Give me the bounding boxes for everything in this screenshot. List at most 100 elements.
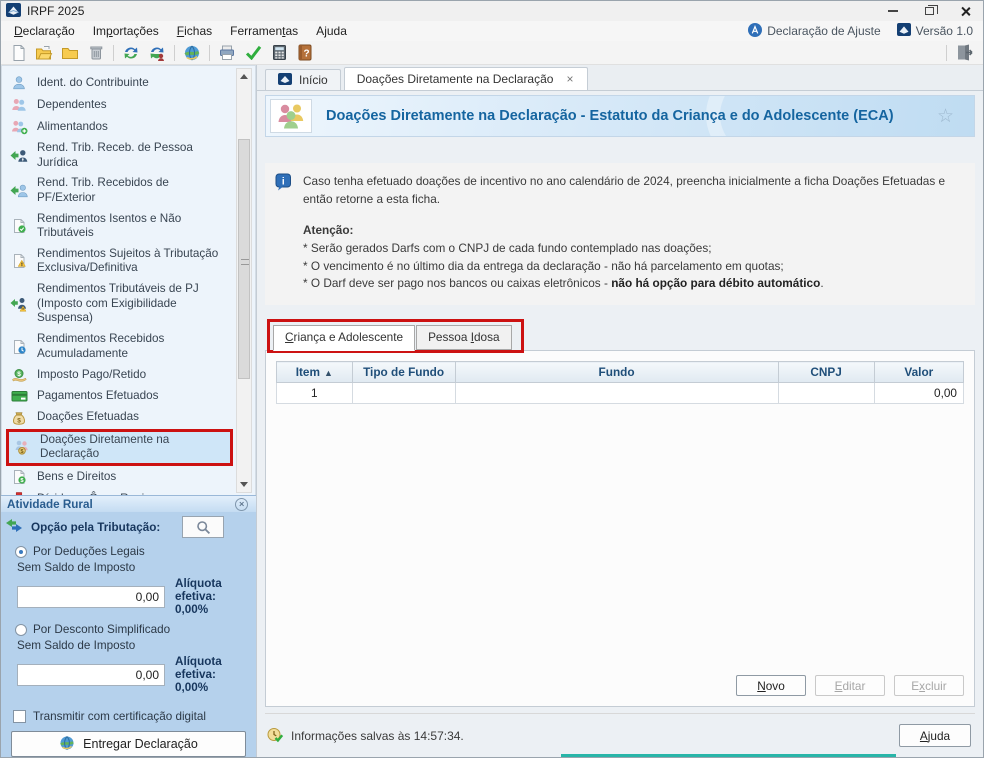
print-button[interactable] [214,42,240,64]
transmit-button[interactable] [179,42,205,64]
tab-label: Início [299,73,328,87]
close-button[interactable] [947,1,983,21]
sidebar-item-rend-acumuladamente[interactable]: Rendimentos Recebidos Acumuladamente [6,329,233,364]
sidebar-item-bens-direitos[interactable]: $ Bens e Direitos [6,466,233,488]
restore-backup-button[interactable] [118,42,144,64]
sidebar-item-doacoes-diretamente[interactable]: $ Doações Diretamente na Declaração [6,429,233,466]
arrow-person-icon [10,183,28,199]
sidebar-item-label: Dívidas e Ônus Reais [37,492,150,495]
scroll-down-arrow-icon[interactable] [237,477,251,492]
cell-valor[interactable]: 0,00 [874,383,963,404]
calculator-icon [272,44,287,61]
sidebar-item-imposto-pago[interactable]: $ Imposto Pago/Retido [6,364,233,386]
title-bar: IRPF 2025 [1,1,983,21]
sidebar-item-dividas[interactable]: Dívidas e Ônus Reais [6,488,233,495]
sidebar-item-label: Rendimentos Sujeitos à Tributação Exclus… [37,247,229,276]
cell-cnpj[interactable] [778,383,874,404]
sidebar-item-alimentandos[interactable]: Alimentandos [6,116,233,138]
ajuda-button[interactable]: Ajuda [899,724,971,747]
open-declaration-button[interactable] [31,42,57,64]
sidebar-item-label: Dependentes [37,98,107,113]
info-intro: Caso tenha efetuado doações de incentivo… [303,173,963,208]
table-row[interactable]: 1 0,00 [277,383,964,404]
sidebar-item-rend-isentos[interactable]: Rendimentos Isentos e Não Tributáveis [6,209,233,244]
info-box: i Caso tenha efetuado doações de incenti… [265,163,975,305]
sidebar-item-rend-trib-pf[interactable]: Rend. Trib. Recebidos de PF/Exterior [6,173,233,208]
search-button[interactable] [182,516,224,538]
sidebar-item-doacoes-efetuadas[interactable]: $ Doações Efetuadas [6,407,233,429]
exit-door-icon [955,44,973,61]
sidebar-item-rend-exclusiva[interactable]: Rendimentos Sujeitos à Tributação Exclus… [6,244,233,279]
tab-doacoes-diretamente[interactable]: Doações Diretamente na Declaração × [344,67,589,91]
star-icon: ☆ [937,105,970,128]
maximize-icon [925,7,934,15]
menu-ajuda[interactable]: Ajuda [307,22,356,40]
sidebar-item-dependentes[interactable]: Dependentes [6,94,233,116]
maximize-button[interactable] [911,1,947,21]
cell-tipo-de-fundo[interactable] [352,383,455,404]
radio-button-icon[interactable] [15,624,27,636]
sidebar-item-ident-contribuinte[interactable]: Ident. do Contribuinte [6,72,233,94]
sidebar-item-rend-trib-pj[interactable]: Rend. Trib. Receb. de Pessoa Jurídica [6,138,233,173]
help-book-button[interactable]: ? [292,42,318,64]
radio-desconto-simplificado[interactable]: Por Desconto Simplificado [1,618,256,636]
exit-button[interactable] [951,42,977,64]
menu-fichas[interactable]: Fichas [168,22,221,40]
radio-deducoes-legais[interactable]: Por Deduções Legais [1,540,256,558]
declaracao-de-ajuste-label: Declaração de Ajuste [767,24,880,38]
sidebar-item-label: Imposto Pago/Retido [37,368,146,383]
cell-fundo[interactable] [455,383,778,404]
sidebar-item-rend-exigibilidade[interactable]: Rendimentos Tributáveis de PJ (Imposto c… [6,279,233,329]
clock-check-icon [267,726,284,746]
tributacao-arrows-icon [5,518,23,537]
subtab-pessoa-idosa[interactable]: Pessoa Idosa [416,325,512,350]
menu-importacoes[interactable]: Importações [84,22,168,40]
info-icon: i [275,173,293,293]
donations-panel: Item▲ Tipo de Fundo Fundo CNPJ Valor 1 [265,350,975,707]
annotation-red-box: Criança e Adolescente Pessoa Idosa [267,319,524,353]
ficha-banner: Doações Diretamente na Declaração - Esta… [265,95,975,137]
sidebar-item-label: Rendimentos Recebidos Acumuladamente [37,332,229,361]
window-title: IRPF 2025 [27,4,84,18]
cell-item[interactable]: 1 [277,383,353,404]
menu-ferramentas[interactable]: Ferramentas [221,22,307,40]
aliquota-efetiva-value: Alíquota efetiva: 0,00% [175,655,248,694]
panel-close-icon[interactable] [235,498,248,511]
calculator-button[interactable] [266,42,292,64]
sem-saldo-label: Sem Saldo de Imposto [1,636,256,653]
new-declaration-button[interactable] [5,42,31,64]
entregar-declaracao-button[interactable]: Entregar Declaração [11,731,246,757]
column-header-cnpj[interactable]: CNPJ [778,362,874,383]
column-header-tipo-de-fundo[interactable]: Tipo de Fundo [352,362,455,383]
column-header-valor[interactable]: Valor [874,362,963,383]
subtab-crianca-adolescente[interactable]: Criança e Adolescente [273,325,415,351]
sidebar-item-label: Doações Diretamente na Declaração [40,433,226,462]
minimize-button[interactable] [875,1,911,21]
scroll-up-arrow-icon[interactable] [237,69,251,84]
inicio-logo-icon [278,73,292,88]
scrollbar-thumb[interactable] [238,139,250,379]
column-header-item[interactable]: Item▲ [277,362,353,383]
menu-declaracao[interactable]: Declaração [5,22,84,40]
donations-table: Item▲ Tipo de Fundo Fundo CNPJ Valor 1 [276,361,964,404]
tab-close-icon[interactable]: × [564,72,575,86]
tab-inicio[interactable]: Início [265,69,341,90]
saldo-imposto-input[interactable] [17,586,165,608]
column-header-fundo[interactable]: Fundo [455,362,778,383]
atividade-rural-panel: Atividade Rural Opção pela Tributação: P… [1,495,256,757]
sidebar-item-pagamentos[interactable]: Pagamentos Efetuados [6,386,233,407]
folder-button[interactable] [57,42,83,64]
certificacao-digital-option[interactable]: Transmitir com certificação digital [1,696,256,727]
checkbox-icon[interactable] [13,710,26,723]
restore-backup-person-button[interactable] [144,42,170,64]
radio-button-icon[interactable] [15,546,27,558]
toolbar-separator [174,45,175,61]
saldo-imposto-input[interactable] [17,664,165,686]
sidebar-scrollbar[interactable] [236,68,252,493]
sidebar-item-label: Ident. do Contribuinte [37,76,149,91]
minimize-icon [888,10,898,12]
tab-label: Doações Diretamente na Declaração [357,72,554,86]
verify-button[interactable] [240,42,266,64]
novo-button[interactable]: Novo [736,675,806,696]
delete-declaration-button[interactable] [83,42,109,64]
